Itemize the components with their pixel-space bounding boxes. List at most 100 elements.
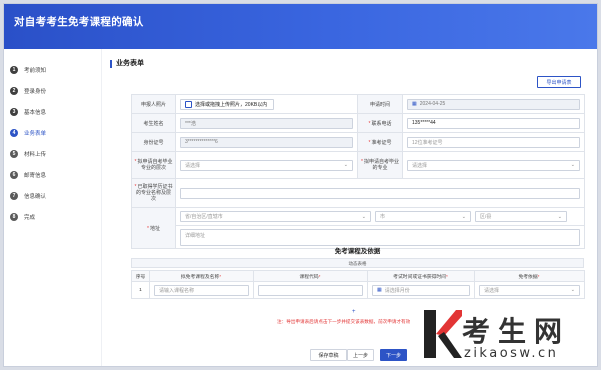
- page-title: 对自考考生免考课程的确认: [14, 16, 144, 28]
- province-placeholder: 省/自治区/直辖市: [185, 214, 223, 220]
- chevron-down-icon: ⌄: [570, 162, 575, 168]
- level-select[interactable]: 请选择 ⌄: [180, 159, 353, 171]
- step-label: 业务表单: [24, 131, 47, 137]
- col-name-header: 拟免考课程及名称*: [149, 270, 254, 282]
- step-number: 3: [10, 108, 18, 116]
- prior-label-cell: *已取得学历证书的专业名称及层次: [131, 178, 176, 208]
- step-label: 登录身份: [24, 89, 47, 95]
- address-label: 地址: [149, 225, 160, 232]
- name-label: 考生姓名: [131, 113, 176, 133]
- address-detail-placeholder: 详细地址: [185, 232, 206, 239]
- course-basis-placeholder: 请选择: [484, 287, 500, 294]
- course-name-input[interactable]: 请输入课程名称: [154, 284, 249, 296]
- business-form: 申报人照片 选择或拖拽上传照片，20KB以内 申请时间 ▦ 2024-04-25…: [131, 94, 585, 249]
- level-placeholder: 请选择: [185, 162, 201, 169]
- chevron-down-icon: ⌄: [361, 213, 366, 220]
- prior-cell: [175, 178, 585, 208]
- step-number: 2: [10, 87, 18, 95]
- exam-no-label-cell: *准考证号: [357, 132, 403, 152]
- id-label: 身份证号: [131, 132, 176, 152]
- address-label-cell: *地址: [131, 207, 176, 249]
- photo-cell: 选择或拖拽上传照片，20KB以内: [175, 94, 358, 114]
- step-number: 5: [10, 150, 18, 158]
- course-name-cell: 请输入课程名称: [149, 281, 254, 299]
- prev-step-button[interactable]: 上一步: [347, 349, 374, 361]
- sidebar-step-2[interactable]: 2 登录身份: [10, 84, 100, 98]
- course-code-cell: [253, 281, 368, 299]
- next-step-button[interactable]: 下一步: [380, 349, 407, 361]
- exam-no-label: 准考证号: [371, 139, 392, 146]
- col-date-label: 考试时间或证书获得时间: [393, 274, 446, 280]
- courses-header-row: 序号 拟免考课程及名称* 课程代码* 考试时间或证书获得时间* 免考依据*: [131, 270, 585, 282]
- phone-value: 135*****44: [412, 120, 436, 126]
- col-code-header: 课程代码*: [253, 270, 368, 282]
- step-number: 7: [10, 192, 18, 200]
- course-basis-select[interactable]: 请选择 ⌄: [479, 284, 580, 296]
- photo-upload[interactable]: 选择或拖拽上传照片，20KB以内: [180, 98, 274, 110]
- sidebar-step-5[interactable]: 5 材料上传: [10, 147, 100, 161]
- form-note: 注：导出申请表后请点击下一步并提交该表数据，前次申请才有效: [277, 319, 411, 324]
- step-label: 完成: [24, 215, 36, 221]
- exam-no-field[interactable]: 12位准考证号: [407, 136, 580, 148]
- photo-label: 申报人照片: [131, 94, 176, 114]
- chevron-down-icon: ⌄: [461, 213, 466, 220]
- sidebar-step-4[interactable]: 4 业务表单: [10, 126, 100, 140]
- apply-time-field: ▦ 2024-04-25: [407, 98, 580, 110]
- save-draft-button[interactable]: 保存草稿: [310, 349, 347, 361]
- city-placeholder: 市: [380, 214, 386, 220]
- export-form-button[interactable]: 导出申请表: [537, 76, 581, 88]
- course-code-input[interactable]: [258, 284, 363, 296]
- col-code-label: 课程代码: [299, 274, 319, 280]
- course-date-placeholder: 请选择月份: [384, 287, 410, 294]
- id-cell: 3**************6: [175, 132, 358, 152]
- id-value: 3**************6: [185, 139, 218, 145]
- major-select[interactable]: 请选择 ⌄: [407, 159, 580, 171]
- sidebar-step-1[interactable]: 1 考前须知: [10, 63, 100, 77]
- course-date-picker[interactable]: ▦ 请选择月份: [372, 284, 470, 296]
- major-placeholder: 请选择: [412, 162, 428, 169]
- add-row-button[interactable]: +: [352, 309, 356, 315]
- phone-cell: 135*****44: [402, 113, 585, 133]
- sidebar-step-7[interactable]: 7 信息确认: [10, 189, 100, 203]
- province-select[interactable]: 省/自治区/直辖市 ⌄: [180, 211, 371, 222]
- sidebar-step-3[interactable]: 3 基本信息: [10, 105, 100, 119]
- phone-field[interactable]: 135*****44: [407, 117, 580, 129]
- course-name-placeholder: 请输入课程名称: [159, 287, 195, 294]
- calendar-icon: ▦: [412, 101, 417, 107]
- step-number: 4: [10, 129, 18, 137]
- step-label: 邮寄信息: [24, 173, 47, 179]
- watermark-text: 考生网: [462, 315, 571, 348]
- level-cell: 请选择 ⌄: [175, 151, 358, 179]
- section-title: 业务表单: [110, 60, 144, 68]
- major-cell: 请选择 ⌄: [402, 151, 585, 179]
- name-cell: ***浩: [175, 113, 358, 133]
- page-header: 对自考考生免考课程的确认: [4, 4, 597, 49]
- table-row: 1 请输入课程名称 ▦ 请选择月份 请选择 ⌄: [131, 281, 585, 299]
- phone-label-cell: *联系电话: [357, 113, 403, 133]
- step-number: 1: [10, 66, 18, 74]
- prior-field[interactable]: [180, 187, 580, 199]
- courses-table: 序号 拟免考课程及名称* 课程代码* 考试时间或证书获得时间* 免考依据* 1 …: [131, 270, 585, 299]
- col-name-label: 拟免考课程及名称: [180, 274, 220, 280]
- city-select[interactable]: 市 ⌄: [375, 211, 471, 222]
- address-detail-field[interactable]: 详细地址: [180, 228, 580, 246]
- col-basis-label: 免考依据: [518, 274, 538, 280]
- sidebar-step-8[interactable]: 8 完成: [10, 210, 100, 224]
- apply-time-value: 2024-04-25: [419, 101, 446, 107]
- chevron-down-icon: ⌄: [343, 162, 348, 168]
- address-region-row: 省/自治区/直辖市 ⌄ 市 ⌄ 区/县 ⌄: [176, 211, 584, 222]
- sidebar-step-6[interactable]: 6 邮寄信息: [10, 168, 100, 182]
- apply-time-label: 申请时间: [357, 94, 403, 114]
- step-label: 基本信息: [24, 110, 47, 116]
- row-index: 1: [131, 281, 150, 299]
- upload-icon: [185, 100, 192, 108]
- col-index-header: 序号: [131, 270, 150, 282]
- address-region-cell: 省/自治区/直辖市 ⌄ 市 ⌄ 区/县 ⌄: [175, 207, 585, 226]
- watermark-url: zikaosw.cn: [464, 346, 559, 361]
- id-field: 3**************6: [180, 136, 353, 148]
- name-field: ***浩: [180, 117, 353, 129]
- prior-label: 已取得学历证书的专业名称及层次: [135, 184, 173, 202]
- step-number: 6: [10, 171, 18, 179]
- district-select[interactable]: 区/县 ⌄: [475, 211, 567, 222]
- phone-label: 联系电话: [371, 120, 392, 127]
